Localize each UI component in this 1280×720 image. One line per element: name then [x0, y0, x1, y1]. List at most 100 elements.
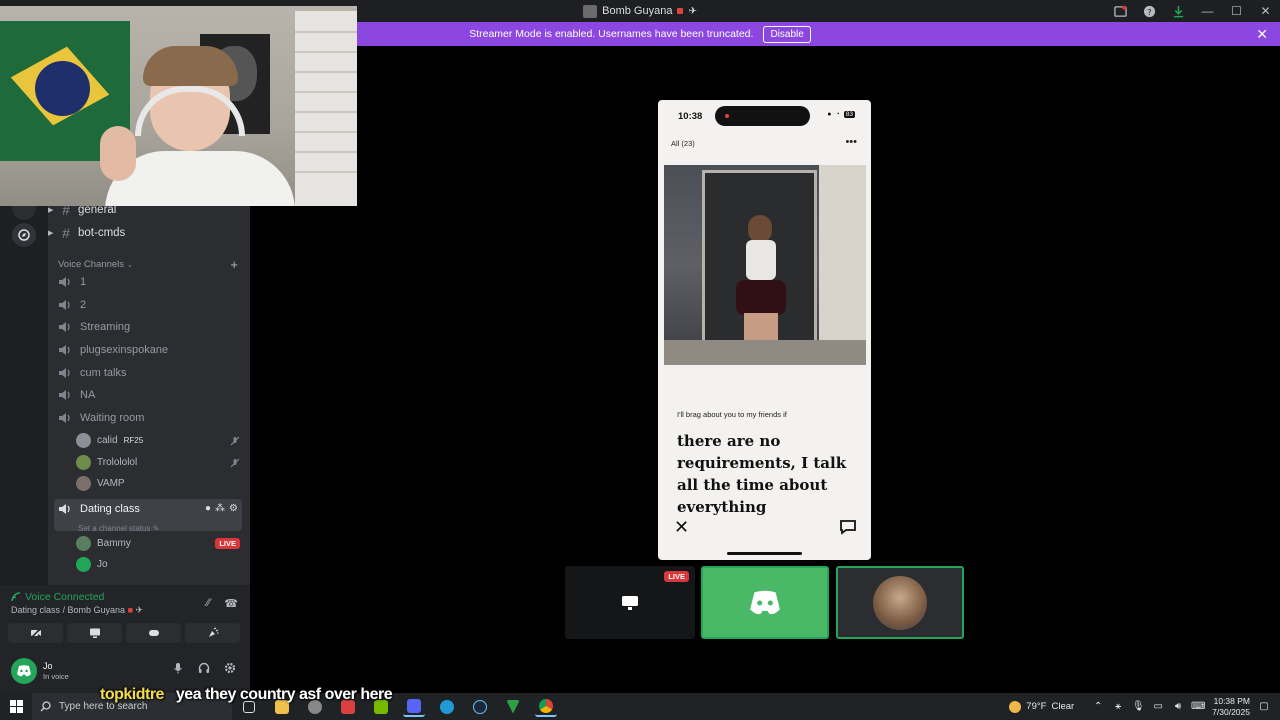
- channel-bot-cmds[interactable]: ▶ # bot-cmds: [48, 222, 250, 244]
- channel-status-placeholder: Set a channel status: [78, 524, 151, 533]
- voice-channel-plugsexinspokane[interactable]: plugsexinspokane: [54, 339, 242, 361]
- voice-channel-name: NA: [80, 389, 96, 401]
- microphone-icon[interactable]: [172, 662, 184, 674]
- noise-suppression-icon[interactable]: ⁄⁄: [207, 597, 211, 610]
- counter: [664, 340, 866, 365]
- window-controls: ? — ☐ ✕: [1106, 0, 1280, 22]
- help-icon[interactable]: ?: [1135, 0, 1164, 22]
- chevron-up-icon[interactable]: ⌃: [1092, 701, 1104, 713]
- voice-channel-name: Dating class: [80, 503, 140, 515]
- activities-button[interactable]: [126, 623, 181, 643]
- network-off-icon[interactable]: ⚹: [1112, 701, 1124, 713]
- avatar[interactable]: [11, 658, 37, 684]
- plane-icon: ✈: [688, 5, 697, 17]
- voice-connected-title[interactable]: Voice Connected: [11, 591, 104, 603]
- speaker-icon: [59, 504, 70, 514]
- user-status: In voice: [43, 672, 69, 681]
- invite-icon[interactable]: ⁂: [215, 503, 225, 514]
- voice-channel-name: cum talks: [80, 367, 127, 379]
- edge-icon[interactable]: [436, 697, 458, 717]
- microphone-tray-icon[interactable]: 🎙︎: [1132, 701, 1145, 713]
- voice-channels-header[interactable]: Voice Channels ⌄ +: [58, 257, 238, 272]
- vectorworks-icon[interactable]: [502, 697, 524, 717]
- soundboard-button[interactable]: [185, 623, 240, 643]
- voice-connected-subtitle[interactable]: Dating class / Bomb Guyana ■ ✈: [11, 605, 143, 616]
- steam-icon[interactable]: [469, 697, 491, 717]
- voice-panel-actions: ⁄⁄ ☎: [207, 597, 238, 610]
- minimize-icon[interactable]: —: [1193, 0, 1222, 22]
- stream-tile[interactable]: LIVE: [565, 566, 695, 639]
- voice-channel-name: Streaming: [80, 321, 131, 333]
- taskbar-clock[interactable]: 10:38 PM 7/30/2025: [1212, 696, 1250, 718]
- avatar: [76, 433, 91, 448]
- screen-share-button[interactable]: [67, 623, 122, 643]
- voice-user-calid[interactable]: calid RF25: [76, 430, 240, 451]
- home-indicator: [727, 552, 802, 555]
- ethernet-icon[interactable]: ▭: [1152, 701, 1164, 713]
- camera-off-icon: [29, 627, 42, 639]
- participant-tile-jo[interactable]: [701, 566, 829, 639]
- user-controls: [172, 662, 236, 674]
- participant-tile-avatar[interactable]: [836, 566, 964, 639]
- download-icon[interactable]: [1164, 0, 1193, 22]
- voice-channel-streaming[interactable]: Streaming: [54, 316, 242, 338]
- inbox-icon[interactable]: [1106, 0, 1135, 22]
- figure-legs: [744, 313, 778, 343]
- speaker-icon: [59, 345, 70, 355]
- blind-slat: [295, 171, 357, 173]
- channel-status-input[interactable]: Set a channel status ✎: [78, 524, 159, 533]
- settings-gear-icon[interactable]: [224, 662, 236, 674]
- streamer: [100, 46, 295, 206]
- headphones-icon[interactable]: [198, 662, 210, 674]
- voice-user-bammy[interactable]: Bammy LIVE: [76, 533, 240, 554]
- discover-icon[interactable]: [12, 223, 36, 247]
- voice-channel-waiting-room[interactable]: Waiting room: [54, 407, 242, 429]
- close-window-icon[interactable]: ✕: [1251, 0, 1280, 22]
- maximize-icon[interactable]: ☐: [1222, 0, 1251, 22]
- window-title: Bomb Guyana ✈: [583, 4, 697, 18]
- caption: topkidtre yea they country asf over here: [100, 686, 393, 704]
- flag-icon: ■: [127, 605, 134, 615]
- voice-channel-2[interactable]: 2: [54, 294, 242, 316]
- speaker-icon: [59, 368, 70, 378]
- shared-screen-phone[interactable]: 10:38 ● ◔ 83 All (23) ••• I'll brag abou…: [658, 100, 871, 560]
- notifications-icon[interactable]: ▢: [1258, 701, 1270, 713]
- likes-filter: All (23): [671, 139, 695, 148]
- blind-slat: [295, 71, 357, 73]
- window-title-text: Bomb Guyana: [602, 5, 673, 17]
- start-button[interactable]: [0, 693, 32, 720]
- speaker-icon: [59, 277, 70, 287]
- wifi-icon: ◔: [835, 111, 840, 118]
- discord-logo-icon: [17, 665, 31, 677]
- voice-channel-cum-talks[interactable]: cum talks: [54, 362, 242, 384]
- volume-icon[interactable]: 🔊︎: [1172, 701, 1184, 713]
- close-banner-icon[interactable]: ✕: [1256, 26, 1268, 43]
- voice-channel-na[interactable]: NA: [54, 384, 242, 406]
- blind-slat: [295, 31, 357, 33]
- voice-channel-1[interactable]: 1: [54, 271, 242, 293]
- disable-streamer-mode-button[interactable]: Disable: [763, 25, 811, 43]
- channel-actions: ● ⁂ ⚙: [205, 503, 238, 514]
- signal-icon: [11, 592, 21, 602]
- discord-app-icon[interactable]: [403, 697, 425, 717]
- voice-user-vamp[interactable]: VAMP: [76, 473, 240, 494]
- add-channel-icon[interactable]: +: [230, 257, 238, 272]
- profile-answer: there are no requirements, I talk all th…: [677, 432, 847, 516]
- muted-mic-icon: [230, 436, 240, 445]
- camera-off-button[interactable]: [8, 623, 63, 643]
- blind-slat: [295, 111, 357, 113]
- profile-photo: [664, 165, 866, 365]
- chevron-right-icon: ▶: [48, 230, 54, 237]
- weather-widget[interactable]: 79°F Clear: [1009, 700, 1075, 713]
- voice-user-trolololol[interactable]: Trolololol: [76, 452, 240, 473]
- search-icon: [40, 701, 51, 712]
- weather-desc: Clear: [1051, 701, 1075, 712]
- input-icon[interactable]: ⌨: [1191, 701, 1205, 713]
- chrome-icon[interactable]: [535, 697, 557, 717]
- chat-bubble-icon[interactable]: ●: [205, 503, 211, 514]
- disconnect-icon[interactable]: ☎: [224, 597, 238, 610]
- voice-user-jo[interactable]: Jo: [76, 554, 240, 575]
- gear-icon[interactable]: ⚙: [229, 503, 238, 514]
- voice-connected-location: Dating class / Bomb Guyana: [11, 605, 126, 615]
- pencil-icon: ✎: [152, 524, 160, 533]
